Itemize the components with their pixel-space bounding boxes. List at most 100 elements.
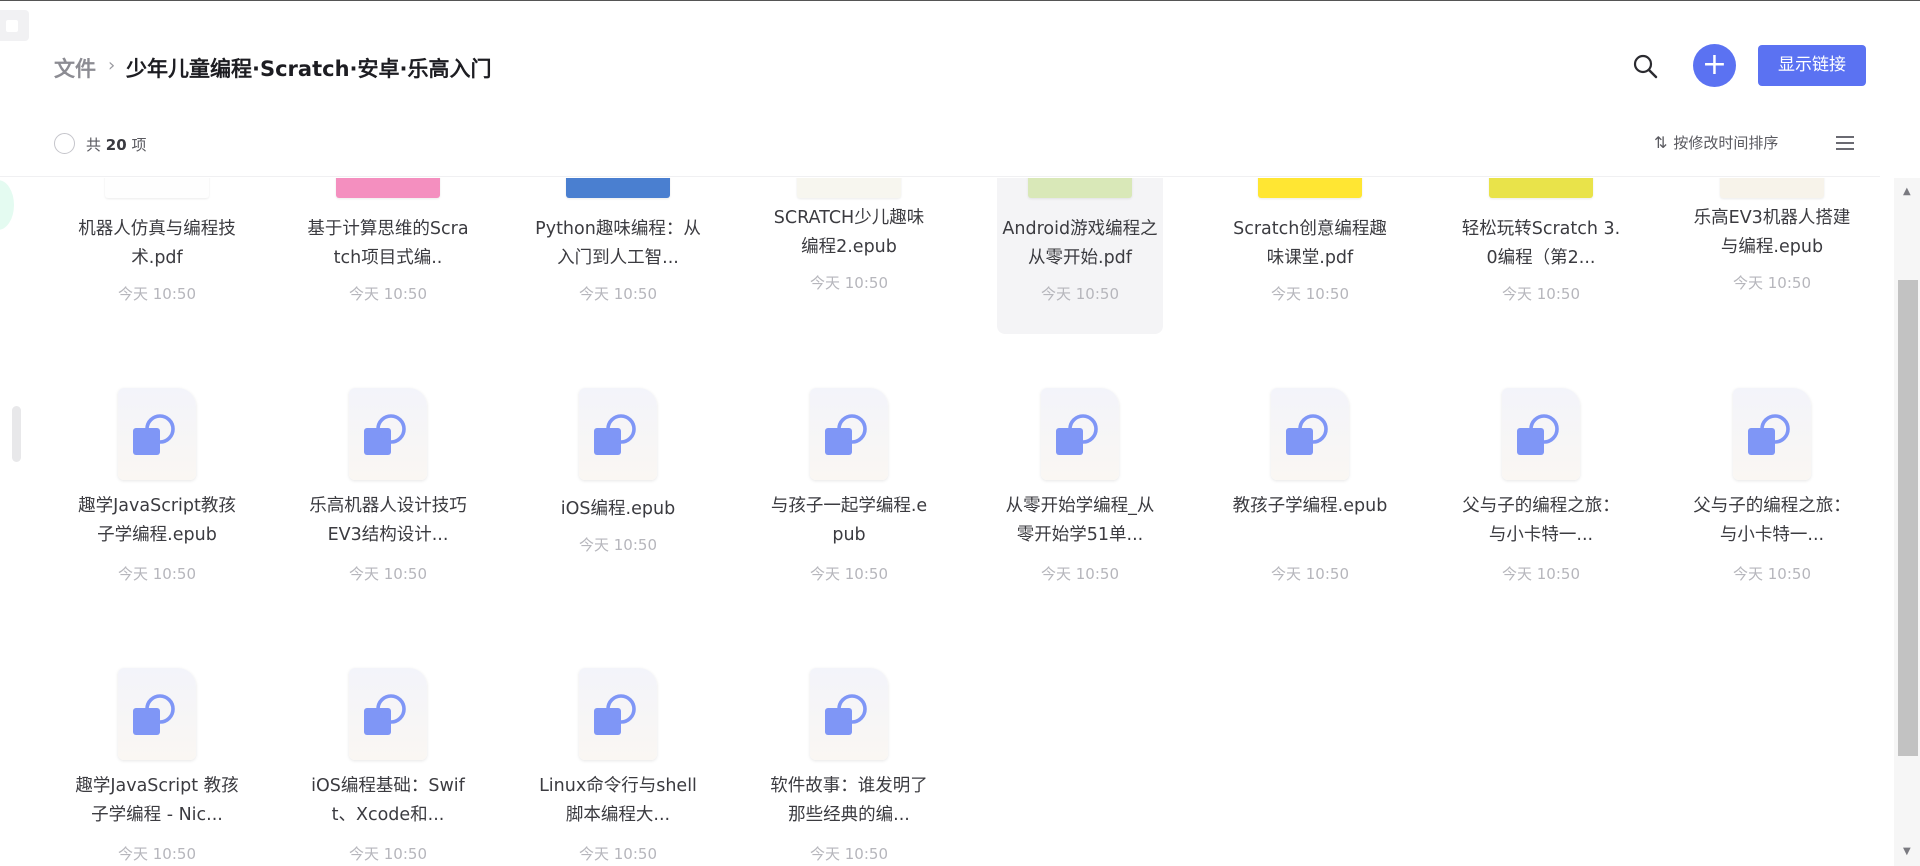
- file-type-icon: [349, 388, 427, 480]
- book-cover-thumbnail: [1489, 178, 1593, 198]
- file-name: 趣学JavaScript教孩子学编程.epub: [78, 496, 236, 545]
- file-time: 今天 10:50: [1733, 274, 1811, 292]
- file-name: Android游戏编程之从零开始.pdf: [1002, 219, 1158, 268]
- file-type-icon: [118, 668, 196, 760]
- file-time: 今天 10:50: [1733, 565, 1811, 583]
- add-button[interactable]: +: [1693, 44, 1736, 87]
- book-cover-thumbnail: [336, 178, 440, 198]
- file-name: 基于计算思维的Scratch项目式编..: [307, 219, 469, 268]
- file-grid: 机器人仿真与编程技术.pdf 今天 10:50 基于计算思维的Scratch项目式编…: [54, 178, 1880, 866]
- file-name: 软件故事：谁发明了那些经典的编...: [770, 776, 928, 825]
- file-name: Linux命令行与shell脚本编程大...: [539, 776, 697, 825]
- file-type-icon: [1271, 388, 1349, 480]
- book-cover-thumbnail: [1258, 178, 1362, 198]
- book-cover-thumbnail: [566, 178, 670, 198]
- show-link-button[interactable]: 显示链接: [1758, 45, 1866, 86]
- side-floating-bubble[interactable]: [0, 180, 14, 230]
- file-item[interactable]: iOS编程.epub 今天 10:50: [535, 366, 701, 598]
- file-item[interactable]: 趣学JavaScript 教孩子学编程 - Nic... 今天 10:50: [74, 646, 240, 866]
- search-icon[interactable]: [1631, 52, 1661, 82]
- file-type-icon: [579, 668, 657, 760]
- item-count-value: 20: [105, 136, 127, 154]
- sort-icon: ⇅: [1654, 133, 1668, 152]
- header: 文件 › 少年儿童编程·Scratch·安卓·乐高入门 + 显示链接: [0, 0, 1920, 130]
- file-item[interactable]: 从零开始学编程_从零开始学51单... 今天 10:50: [997, 366, 1163, 598]
- file-name: 从零开始学编程_从零开始学51单...: [1005, 496, 1155, 545]
- book-cover-thumbnail: [105, 178, 209, 198]
- file-time: 今天 10:50: [579, 536, 657, 554]
- list-view-icon[interactable]: [1836, 136, 1856, 152]
- list-toolbar: 共 20 项 ⇅ 按修改时间排序: [0, 122, 1880, 177]
- file-name: Python趣味编程：从入门到人工智...: [535, 219, 701, 268]
- file-name: 轻松玩转Scratch 3.0编程（第2...: [1461, 219, 1621, 268]
- item-count-suffix: 项: [131, 136, 147, 154]
- page-title: 少年儿童编程·Scratch·安卓·乐高入门: [126, 57, 492, 81]
- book-cover-thumbnail: [1028, 178, 1132, 198]
- file-item[interactable]: 基于计算思维的Scratch项目式编.. 今天 10:50: [305, 178, 471, 334]
- file-name: iOS编程基础：Swift、Xcode和...: [311, 776, 465, 825]
- file-time: 今天 10:50: [579, 845, 657, 863]
- file-item[interactable]: 机器人仿真与编程技术.pdf 今天 10:50: [74, 178, 240, 334]
- file-name: 乐高机器人设计技巧EV3结构设计...: [309, 496, 467, 545]
- file-time: 今天 10:50: [1271, 565, 1349, 583]
- file-type-icon: [810, 668, 888, 760]
- file-name: Scratch创意编程趣味课堂.pdf: [1233, 219, 1387, 268]
- scroll-down-arrow-icon[interactable]: ▼: [1903, 846, 1911, 857]
- file-name: 趣学JavaScript 教孩子学编程 - Nic...: [75, 776, 239, 825]
- file-item[interactable]: 乐高机器人设计技巧EV3结构设计... 今天 10:50: [305, 366, 471, 598]
- select-all-checkbox[interactable]: [54, 133, 75, 154]
- file-item[interactable]: 父与子的编程之旅：与小卡特一... 今天 10:50: [1689, 366, 1855, 598]
- file-item[interactable]: 父与子的编程之旅：与小卡特一... 今天 10:50: [1458, 366, 1624, 598]
- file-item[interactable]: 软件故事：谁发明了那些经典的编... 今天 10:50: [766, 646, 932, 866]
- file-name: 机器人仿真与编程技术.pdf: [78, 219, 236, 268]
- side-drag-handle[interactable]: [12, 406, 21, 462]
- file-type-icon: [1733, 388, 1811, 480]
- file-time: 今天 10:50: [1041, 565, 1119, 583]
- file-item[interactable]: 教孩子学编程.epub 今天 10:50: [1227, 366, 1393, 598]
- file-time: 今天 10:50: [1502, 565, 1580, 583]
- file-item[interactable]: Python趣味编程：从入门到人工智... 今天 10:50: [535, 178, 701, 334]
- file-item[interactable]: 乐高EV3机器人搭建与编程.epub 今天 10:50: [1689, 178, 1855, 334]
- scrollbar-thumb[interactable]: [1898, 280, 1918, 756]
- vertical-scrollbar[interactable]: ▲ ▼: [1894, 178, 1920, 866]
- file-type-icon: [579, 388, 657, 480]
- file-time: 今天 10:50: [118, 565, 196, 583]
- file-time: 今天 10:50: [810, 845, 888, 863]
- book-cover-thumbnail: [797, 178, 901, 198]
- file-type-icon: [349, 668, 427, 760]
- book-cover-thumbnail: [1720, 178, 1824, 198]
- breadcrumb-separator-icon: ›: [108, 55, 116, 76]
- file-item[interactable]: Android游戏编程之从零开始.pdf 今天 10:50: [997, 178, 1163, 334]
- scroll-up-arrow-icon[interactable]: ▲: [1903, 186, 1911, 197]
- sort-label: 按修改时间排序: [1673, 134, 1779, 152]
- item-count-prefix: 共: [86, 136, 102, 154]
- file-type-icon: [810, 388, 888, 480]
- file-time: 今天 10:50: [1502, 285, 1580, 303]
- file-item[interactable]: 趣学JavaScript教孩子学编程.epub 今天 10:50: [74, 366, 240, 598]
- file-item[interactable]: SCRATCH少儿趣味编程2.epub 今天 10:50: [766, 178, 932, 334]
- breadcrumb-root[interactable]: 文件: [54, 53, 96, 83]
- file-item[interactable]: iOS编程基础：Swift、Xcode和... 今天 10:50: [305, 646, 471, 866]
- file-type-icon: [1041, 388, 1119, 480]
- file-type-icon: [118, 388, 196, 480]
- file-time: 今天 10:50: [1041, 285, 1119, 303]
- file-time: 今天 10:50: [349, 285, 427, 303]
- file-time: 今天 10:50: [810, 565, 888, 583]
- file-item[interactable]: Linux命令行与shell脚本编程大... 今天 10:50: [535, 646, 701, 866]
- file-time: 今天 10:50: [118, 285, 196, 303]
- file-type-icon: [1502, 388, 1580, 480]
- file-name: 父与子的编程之旅：与小卡特一...: [1462, 496, 1620, 545]
- file-name: 乐高EV3机器人搭建与编程.epub: [1693, 208, 1851, 257]
- file-time: 今天 10:50: [579, 285, 657, 303]
- item-count: 共 20 项: [86, 134, 146, 155]
- file-item[interactable]: 与孩子一起学编程.epub 今天 10:50: [766, 366, 932, 598]
- file-time: 今天 10:50: [810, 274, 888, 292]
- file-item[interactable]: 轻松玩转Scratch 3.0编程（第2... 今天 10:50: [1458, 178, 1624, 334]
- sort-button[interactable]: ⇅ 按修改时间排序: [1654, 132, 1778, 153]
- file-name: SCRATCH少儿趣味编程2.epub: [773, 208, 925, 257]
- file-name: 与孩子一起学编程.epub: [770, 496, 928, 545]
- file-item[interactable]: Scratch创意编程趣味课堂.pdf 今天 10:50: [1227, 178, 1393, 334]
- file-time: 今天 10:50: [349, 845, 427, 863]
- file-name: 父与子的编程之旅：与小卡特一...: [1693, 496, 1851, 545]
- file-name: 教孩子学编程.epub: [1232, 496, 1388, 516]
